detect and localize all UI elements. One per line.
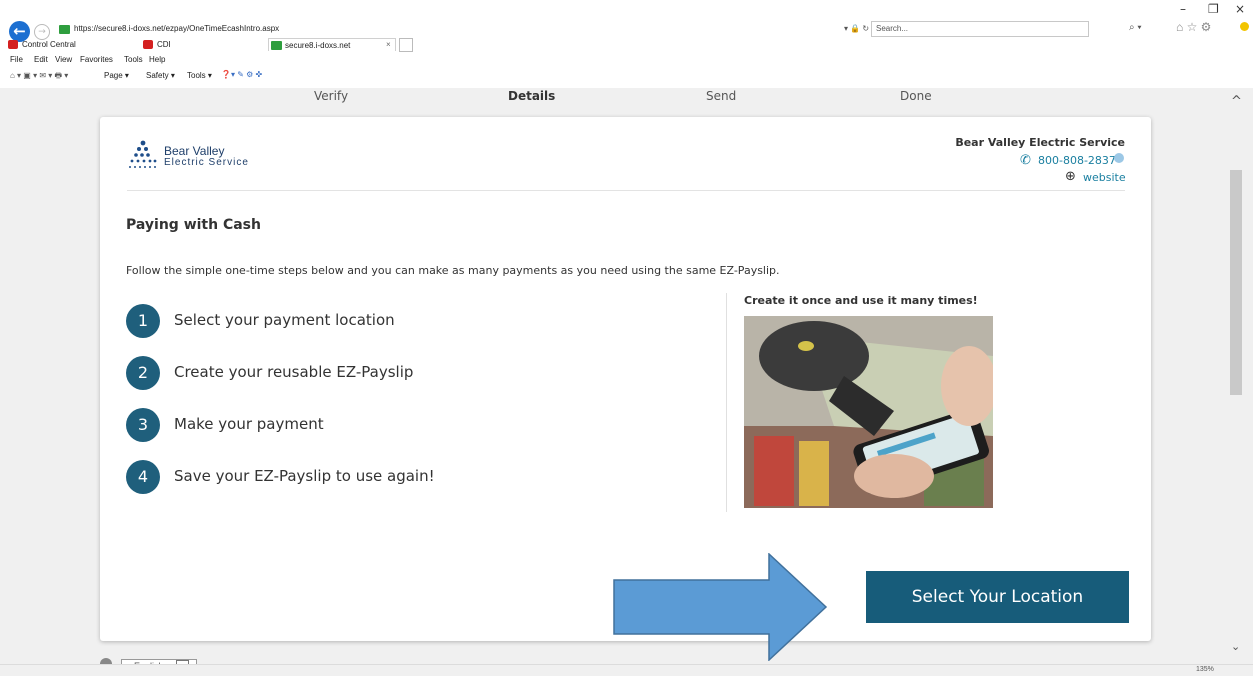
restore-button[interactable]: ❐ — [1208, 2, 1219, 16]
biller-name: Bear Valley Electric Service — [955, 136, 1125, 149]
arrow-pointer-icon — [613, 553, 828, 661]
scroll-up-icon[interactable]: ^ — [1231, 94, 1242, 109]
bear-valley-logo-icon — [129, 140, 157, 168]
lock-refresh-icons[interactable]: ▾ 🔒 ↻ — [844, 24, 869, 33]
step-verify: Verify — [314, 89, 349, 103]
scanner-phone-photo — [744, 316, 993, 508]
app-icon — [8, 40, 18, 49]
step-number-4: 4 — [126, 460, 160, 494]
biller-phone[interactable]: 800-808-2837 — [1038, 154, 1116, 167]
scrollbar-thumb[interactable] — [1230, 170, 1242, 395]
page-title: Paying with Cash — [126, 217, 261, 233]
tab-label: CDI — [157, 40, 171, 49]
tab-label: Control Central — [22, 40, 76, 49]
step-number-2: 2 — [126, 356, 160, 390]
address-bar[interactable]: https://secure8.i-doxs.net/ezpay/OneTime… — [54, 24, 869, 36]
home-star-gear-icons[interactable]: ⌂ ☆ ⚙ — [1176, 20, 1211, 34]
tab-secure8[interactable]: secure8.i-doxs.net × — [268, 38, 396, 51]
select-location-button[interactable]: Select Your Location — [866, 571, 1129, 623]
tab-cdi[interactable]: CDI — [143, 38, 253, 50]
search-icon[interactable]: ⌕ ▾ — [1129, 22, 1142, 33]
step-text-2: Create your reusable EZ-Payslip — [174, 363, 414, 381]
step-text-4: Save your EZ-Payslip to use again! — [174, 467, 435, 485]
status-bar — [0, 664, 1253, 676]
zoom-level[interactable]: 135% — [1196, 666, 1214, 673]
toolbar-page-menu[interactable]: Page ▾ — [104, 71, 129, 80]
globe-icon: ⊕ — [1065, 169, 1076, 184]
logo-line1: Bear Valley — [164, 144, 225, 158]
site-icon — [271, 41, 282, 50]
tab-label: secure8.i-doxs.net — [285, 41, 351, 50]
toolbar-icons-right[interactable]: ❓▾ ✎ ⚙ ✜ — [221, 70, 262, 79]
browser-chrome: ← → https://secure8.i-doxs.net/ezpay/One… — [0, 0, 1253, 88]
menu-help[interactable]: Help — [149, 55, 165, 64]
intro-text: Follow the simple one-time steps below a… — [126, 264, 780, 277]
step-text-1: Select your payment location — [174, 311, 395, 329]
new-tab-button[interactable] — [399, 38, 413, 52]
logo-line2: Electric Service — [164, 157, 249, 168]
minimize-button[interactable]: – — [1180, 2, 1186, 16]
menu-view[interactable]: View — [55, 55, 72, 64]
step-number-3: 3 — [126, 408, 160, 442]
close-window-button[interactable]: × — [1235, 2, 1245, 16]
skype-call-icon[interactable] — [1114, 153, 1124, 163]
step-details: Details — [508, 89, 556, 103]
toolbar-tools-menu[interactable]: Tools ▾ — [187, 71, 212, 80]
promo-title: Create it once and use it many times! — [744, 294, 978, 307]
toolbar-icons-left[interactable]: ⌂ ▾ ▣ ▾ ✉ ▾ 🖶 ▾ — [10, 70, 68, 84]
website-link[interactable]: website — [1083, 171, 1126, 184]
menu-tools[interactable]: Tools — [124, 55, 143, 64]
step-done: Done — [900, 89, 932, 103]
menu-file[interactable]: File — [10, 55, 23, 64]
phone-icon: ✆ — [1020, 153, 1031, 168]
tab-control-central[interactable]: Control Central — [8, 38, 128, 50]
menu-favorites[interactable]: Favorites — [80, 55, 113, 64]
url-text: https://secure8.i-doxs.net/ezpay/OneTime… — [74, 24, 280, 33]
close-tab-icon[interactable]: × — [386, 40, 391, 49]
search-placeholder: Search... — [876, 24, 909, 33]
site-icon — [59, 25, 70, 34]
app-icon — [143, 40, 153, 49]
search-input[interactable]: Search... — [871, 21, 1089, 37]
header-divider — [127, 190, 1125, 191]
column-divider — [726, 293, 727, 512]
step-text-3: Make your payment — [174, 415, 324, 433]
scroll-down-icon[interactable]: ⌄ — [1231, 640, 1240, 653]
smiley-icon[interactable] — [1240, 22, 1249, 31]
step-send: Send — [706, 89, 737, 103]
toolbar-safety-menu[interactable]: Safety ▾ — [146, 71, 175, 80]
step-number-1: 1 — [126, 304, 160, 338]
menu-edit[interactable]: Edit — [34, 55, 48, 64]
